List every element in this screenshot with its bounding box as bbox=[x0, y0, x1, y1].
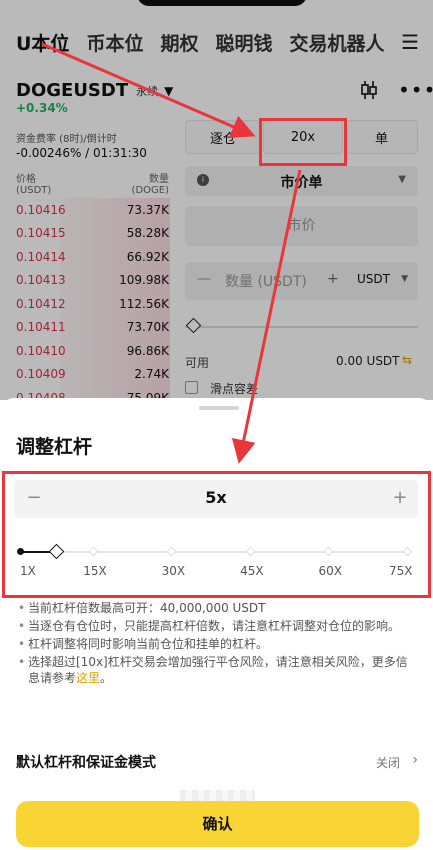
leverage-panel-highlight bbox=[2, 471, 431, 598]
default-mode-value: 关闭 bbox=[375, 756, 400, 770]
confirm-button[interactable]: 确认 bbox=[16, 801, 419, 847]
modal-overlay[interactable] bbox=[0, 0, 433, 400]
risk-note-end: 。 bbox=[100, 671, 113, 685]
note-isolated: 当逐仓有仓位时，只能提高杠杆倍数，请注意杠杆调整对仓位的影响。 bbox=[18, 618, 418, 634]
drag-handle[interactable] bbox=[199, 406, 239, 410]
default-mode-row[interactable]: 默认杠杆和保证金模式 关闭 › bbox=[16, 752, 418, 774]
sheet-title: 调整杠杆 bbox=[16, 436, 93, 458]
default-mode-label: 默认杠杆和保证金模式 bbox=[16, 755, 156, 771]
leverage-notes: 当前杠杆倍数最高可开：40,000,000 USDT 当逐仓有仓位时，只能提高杠… bbox=[18, 600, 418, 688]
risk-note-link[interactable]: 这里 bbox=[76, 671, 100, 685]
note-risk: 选择超过[10x]杠杆交易会增加强行平仓风险，请注意相关风险，更多信息请参考这里… bbox=[18, 654, 418, 686]
note-orders: 杠杆调整将同时影响当前仓位和挂单的杠杆。 bbox=[18, 636, 418, 652]
leverage-sheet: 调整杠杆 − 5x + 1X15X30X45X60X75X 当前杠杆倍数最高可开… bbox=[0, 398, 433, 850]
leverage-button-highlight bbox=[259, 118, 347, 166]
note-max-position: 当前杠杆倍数最高可开：40,000,000 USDT bbox=[18, 600, 418, 616]
trading-screen: U本位 币本位 期权 聪明钱 交易机器人 ☰ DOGEUSDT 永续 ▼ +0.… bbox=[0, 0, 433, 400]
chevron-right-icon: › bbox=[412, 752, 418, 768]
